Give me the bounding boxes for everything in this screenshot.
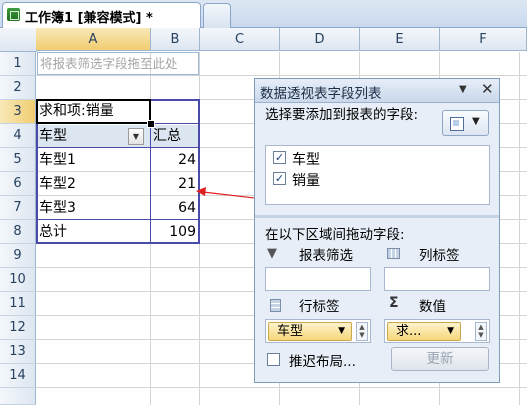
row-field-item[interactable]: 车型 ▼ [268, 322, 352, 341]
column-labels-icon [387, 248, 400, 259]
value-field-move-spinner[interactable]: ▲ ▼ [475, 322, 487, 341]
values-label: 数值 [419, 299, 446, 315]
defer-layout-label: 推迟布局... [289, 354, 356, 370]
drag-fields-instructions: 在以下区域间拖动字段: [265, 227, 405, 243]
chevron-down-icon: ▼ [447, 326, 454, 336]
chevron-down-icon: ▼ [472, 116, 480, 127]
value-field-item-label: 求... [396, 324, 422, 339]
field-layout-button[interactable]: ▼ [442, 110, 489, 136]
field-checkbox[interactable]: ✓ [273, 151, 286, 164]
field-label: 车型 [292, 152, 320, 168]
close-icon[interactable]: ✕ [481, 80, 494, 98]
row-labels-icon [270, 299, 281, 312]
row-labels-area[interactable]: 车型 ▼ ▲ ▼ [265, 319, 371, 343]
values-area[interactable]: 求... ▼ ▲ ▼ [384, 319, 490, 343]
row-field-move-spinner[interactable]: ▲ ▼ [356, 322, 368, 341]
row-field-item-label: 车型 [277, 324, 304, 339]
defer-layout-checkbox[interactable] [267, 353, 280, 366]
update-button[interactable]: 更新 [391, 347, 489, 371]
layout-icon [450, 117, 464, 131]
value-field-item[interactable]: 求... ▼ [387, 322, 461, 341]
report-filter-label: 报表筛选 [299, 248, 353, 264]
field-label: 销量 [292, 173, 320, 189]
choose-fields-instructions: 选择要添加到报表的字段: [265, 107, 419, 123]
row-labels-label: 行标签 [299, 299, 340, 315]
panel-menu-dropdown-icon[interactable]: ▼ [459, 84, 467, 95]
filter-icon: ▼ [267, 246, 277, 261]
field-list: ✓ 车型 ✓ 销量 [265, 145, 490, 205]
sigma-icon: Σ [389, 295, 399, 311]
field-checkbox[interactable]: ✓ [273, 172, 286, 185]
column-labels-area[interactable] [384, 267, 490, 291]
pivot-field-list-panel: 数据透视表字段列表 ▼ ✕ 选择要添加到报表的字段: ▼ ✓ 车型 ✓ 销量 在… [254, 78, 500, 383]
report-filter-area[interactable] [265, 267, 371, 291]
panel-title-bar: 数据透视表字段列表 ▼ ✕ [255, 79, 499, 103]
chevron-down-icon: ▼ [338, 326, 345, 336]
panel-splitter[interactable] [255, 215, 499, 218]
column-labels-label: 列标签 [419, 248, 460, 264]
panel-title: 数据透视表字段列表 [260, 86, 382, 102]
